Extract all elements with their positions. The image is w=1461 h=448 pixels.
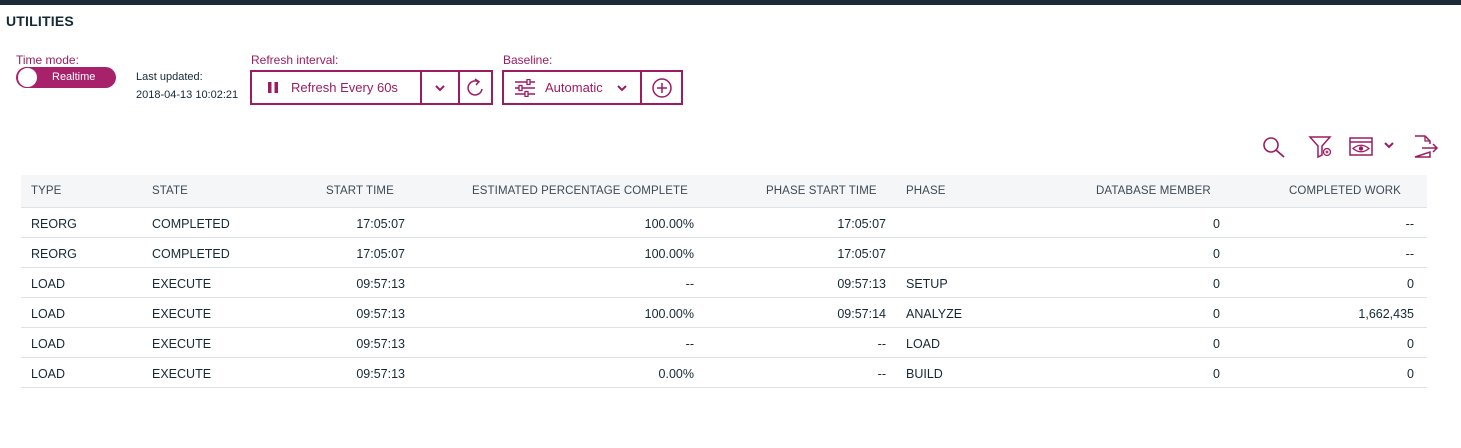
cell-completed-work: -- (1405, 247, 1414, 261)
view-icon[interactable] (1349, 137, 1375, 157)
cell-phase-start-time: 17:05:07 (837, 247, 886, 261)
cell-database-member: 0 (1213, 307, 1220, 321)
refresh-interval-value: Refresh Every 60s (291, 80, 398, 95)
baseline-control-group: Automatic (502, 70, 683, 105)
refresh-dropdown-button[interactable] (420, 72, 458, 103)
cell-completed-work: -- (1405, 217, 1414, 231)
toggle-label: Realtime (52, 71, 96, 83)
cell-database-member: 0 (1213, 367, 1220, 381)
refresh-interval-label: Refresh interval: (251, 53, 339, 67)
column-header-estimated-percentage[interactable]: ESTIMATED PERCENTAGE COMPLETE (472, 185, 688, 197)
chevron-down-icon (617, 84, 627, 91)
column-header-database-member[interactable]: DATABASE MEMBER (1096, 185, 1211, 197)
cell-start-time: 09:57:13 (356, 367, 405, 381)
chevron-down-icon (435, 84, 445, 91)
cell-completed-work: 0 (1407, 277, 1414, 291)
cell-type: REORG (31, 247, 77, 261)
add-circle-icon (651, 77, 672, 98)
column-header-type[interactable]: TYPE (31, 185, 61, 197)
table-row[interactable]: LOAD EXECUTE 09:57:13 -- -- LOAD 0 0 (21, 328, 1427, 358)
refresh-interval-button[interactable]: Refresh Every 60s (252, 72, 420, 103)
chevron-down-icon[interactable] (1383, 141, 1395, 150)
refresh-icon (466, 77, 483, 96)
column-header-start-time[interactable]: START TIME (326, 185, 394, 197)
sliders-icon (515, 78, 535, 97)
cell-state: EXECUTE (152, 307, 212, 321)
top-bar (0, 0, 1461, 5)
cell-phase-start-time: -- (877, 367, 886, 381)
cell-type: LOAD (31, 367, 66, 381)
cell-start-time: 09:57:13 (356, 277, 405, 291)
cell-phase-start-time: 17:05:07 (837, 217, 886, 231)
cell-start-time: 09:57:13 (356, 307, 405, 321)
cell-start-time: 09:57:13 (356, 337, 405, 351)
pause-icon (268, 82, 278, 93)
cell-completed-work: 0 (1407, 337, 1414, 351)
cell-completed-work: 0 (1407, 367, 1414, 381)
table-header: TYPE STATE START TIME ESTIMATED PERCENTA… (21, 175, 1427, 208)
cell-estimated-percentage: 100.00% (644, 247, 694, 261)
baseline-value: Automatic (545, 80, 603, 95)
cell-start-time: 17:05:07 (356, 217, 405, 231)
page-title: UTILITIES (6, 13, 74, 29)
cell-type: LOAD (31, 307, 66, 321)
filter-icon[interactable] (1308, 135, 1334, 159)
table-row[interactable]: LOAD EXECUTE 09:57:13 0.00% -- BUILD 0 0 (21, 358, 1427, 388)
table-body: REORG COMPLETED 17:05:07 100.00% 17:05:07 0 --… (21, 208, 1427, 388)
cell-phase: SETUP (906, 277, 948, 291)
add-baseline-button[interactable] (640, 72, 681, 103)
cell-phase: BUILD (906, 367, 943, 381)
table-row[interactable]: REORG COMPLETED 17:05:07 100.00% 17:05:07 0 -- (21, 238, 1427, 268)
cell-state: EXECUTE (152, 367, 212, 381)
cell-completed-work: 1,662,435 (1358, 307, 1414, 321)
cell-start-time: 17:05:07 (356, 247, 405, 261)
column-header-phase[interactable]: PHASE (906, 185, 946, 197)
realtime-toggle[interactable]: Realtime (16, 67, 116, 88)
column-header-phase-start-time[interactable]: PHASE START TIME (766, 185, 877, 197)
table-row[interactable]: REORG COMPLETED 17:05:07 100.00% 17:05:07 0 -- (21, 208, 1427, 238)
cell-estimated-percentage: 100.00% (644, 307, 694, 321)
export-icon[interactable] (1413, 134, 1439, 160)
cell-estimated-percentage: -- (685, 277, 694, 291)
cell-state: EXECUTE (152, 337, 212, 351)
cell-state: COMPLETED (152, 217, 230, 231)
cell-phase: ANALYZE (906, 307, 963, 321)
cell-type: LOAD (31, 277, 66, 291)
cell-state: COMPLETED (152, 247, 230, 261)
baseline-select[interactable]: Automatic (504, 72, 640, 103)
search-icon[interactable] (1262, 136, 1288, 160)
cell-database-member: 0 (1213, 217, 1220, 231)
cell-type: REORG (31, 217, 77, 231)
cell-database-member: 0 (1213, 277, 1220, 291)
last-updated-value: 2018-04-13 10:02:21 (136, 89, 239, 101)
cell-state: EXECUTE (152, 277, 212, 291)
cell-phase: LOAD (906, 337, 941, 351)
table-row[interactable]: LOAD EXECUTE 09:57:13 -- 09:57:13 SETUP 0 0 (21, 268, 1427, 298)
refresh-control-group: Refresh Every 60s (250, 70, 493, 105)
cell-estimated-percentage: 0.00% (658, 367, 694, 381)
refresh-now-button[interactable] (458, 72, 491, 103)
time-mode-label: Time mode: (16, 53, 79, 67)
cell-database-member: 0 (1213, 337, 1220, 351)
toggle-knob (17, 67, 38, 88)
cell-phase-start-time: -- (877, 337, 886, 351)
column-header-state[interactable]: STATE (152, 185, 188, 197)
baseline-label: Baseline: (503, 53, 553, 67)
last-updated-label: Last updated: (136, 71, 203, 83)
cell-phase-start-time: 09:57:13 (837, 277, 886, 291)
cell-estimated-percentage: -- (685, 337, 694, 351)
cell-database-member: 0 (1213, 247, 1220, 261)
cell-type: LOAD (31, 337, 66, 351)
cell-estimated-percentage: 100.00% (644, 217, 694, 231)
column-header-completed-work[interactable]: COMPLETED WORK (1289, 185, 1401, 197)
utilities-table: TYPE STATE START TIME ESTIMATED PERCENTA… (21, 175, 1427, 388)
table-row[interactable]: LOAD EXECUTE 09:57:13 100.00% 09:57:14 ANALYZ… (21, 298, 1427, 328)
cell-phase-start-time: 09:57:14 (837, 307, 886, 321)
